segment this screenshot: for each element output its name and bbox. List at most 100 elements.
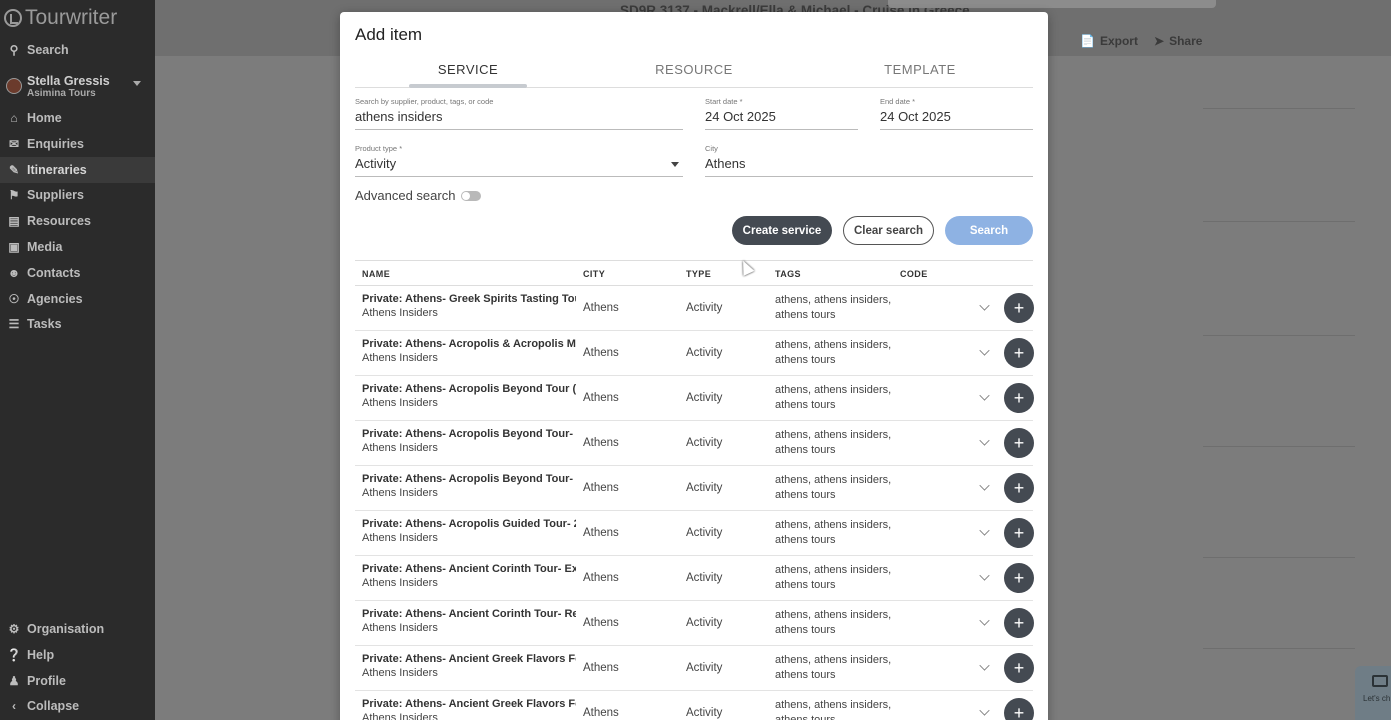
- clear-search-button[interactable]: Clear search: [843, 216, 934, 245]
- sidebar-item-tasks[interactable]: ☰ Tasks: [0, 311, 155, 337]
- add-service-button[interactable]: +: [1004, 428, 1034, 458]
- chevron-left-icon: ‹: [12, 699, 16, 714]
- city-field[interactable]: City Athens: [705, 144, 1033, 177]
- chevron-down-icon[interactable]: [979, 390, 990, 401]
- city-cell: Athens: [583, 302, 619, 314]
- add-service-button[interactable]: +: [1004, 563, 1034, 593]
- sidebar-item-itineraries[interactable]: ✎ Itineraries: [0, 156, 155, 183]
- add-service-button[interactable]: +: [1004, 608, 1034, 638]
- city-cell: Athens: [583, 482, 619, 494]
- service-name: Private: Athens- Acropolis Beyond Tour (…: [362, 383, 576, 395]
- column-code: CODE: [900, 269, 928, 279]
- table-row[interactable]: Private: Athens- Ancient Greek Flavors F…: [355, 646, 1034, 691]
- sidebar-item-label: Collapse: [27, 699, 80, 714]
- table-row[interactable]: Private: Athens- Acropolis Beyond Tour- …: [355, 466, 1034, 511]
- sidebar-item-organisation[interactable]: ⚙ Organisation: [0, 616, 155, 642]
- tags-cell: athens, athens insiders, athens tours: [775, 699, 892, 720]
- sidebar-item-home[interactable]: ⌂ Home: [0, 105, 155, 131]
- plus-icon: +: [1013, 388, 1025, 408]
- chevron-down-icon[interactable]: [979, 615, 990, 626]
- sidebar: Tourwriter ⚲ Search Stella Gressis Asimi…: [0, 0, 155, 720]
- dropdown-arrow-icon: [671, 162, 679, 167]
- help-icon: ❔: [6, 647, 22, 662]
- create-service-button[interactable]: Create service: [732, 216, 832, 245]
- tab-service[interactable]: SERVICE: [388, 62, 548, 77]
- sidebar-item-help[interactable]: ❔ Help: [0, 642, 155, 668]
- divider: [1203, 108, 1355, 109]
- user-menu[interactable]: Stella Gressis Asimina Tours: [6, 72, 151, 102]
- tags-cell: athens, athens insiders, athens tours: [775, 519, 892, 546]
- type-cell: Activity: [686, 617, 723, 629]
- tags-cell: athens, athens insiders, athens tours: [775, 654, 892, 681]
- add-service-button[interactable]: +: [1004, 383, 1034, 413]
- logo[interactable]: Tourwriter: [4, 6, 117, 30]
- share-button[interactable]: ➤ Share: [1154, 34, 1202, 48]
- chevron-down-icon[interactable]: [979, 480, 990, 491]
- table-header: NAME CITY TYPE TAGS CODE: [355, 260, 1033, 286]
- service-name: Private: Athens- Acropolis Beyond Tour- …: [362, 428, 576, 440]
- sidebar-item-contacts[interactable]: ☻ Contacts: [0, 260, 155, 286]
- service-name: Private: Athens- Ancient Greek Flavors F…: [362, 653, 576, 665]
- table-row[interactable]: Private: Athens- Greek Spirits Tasting T…: [355, 286, 1034, 331]
- sidebar-search[interactable]: ⚲ Search: [0, 37, 155, 63]
- city-cell: Athens: [583, 392, 619, 404]
- chevron-down-icon[interactable]: [979, 525, 990, 536]
- city-cell: Athens: [583, 527, 619, 539]
- divider: [1203, 335, 1355, 336]
- sidebar-item-media[interactable]: ▣ Media: [0, 234, 155, 260]
- tab-bar: SERVICE RESOURCE TEMPLATE: [355, 56, 1033, 88]
- chevron-down-icon[interactable]: [979, 345, 990, 356]
- type-cell: Activity: [686, 572, 723, 584]
- dialog-title: Add item: [355, 25, 423, 44]
- add-service-button[interactable]: +: [1004, 653, 1034, 683]
- sidebar-item-profile[interactable]: ♟ Profile: [0, 668, 155, 694]
- chevron-down-icon[interactable]: [979, 300, 990, 311]
- sidebar-item-enquiries[interactable]: ✉ Enquiries: [0, 131, 155, 157]
- divider: [1203, 221, 1355, 222]
- end-date-field[interactable]: End date * 24 Oct 2025: [880, 97, 1033, 130]
- add-item-dialog: Add item SERVICE RESOURCE TEMPLATE Searc…: [340, 12, 1048, 720]
- table-row[interactable]: Private: Athens- Ancient Corinth Tour- R…: [355, 601, 1034, 646]
- sidebar-item-agencies[interactable]: ☉ Agencies: [0, 286, 155, 312]
- city-cell: Athens: [583, 347, 619, 359]
- tags-cell: athens, athens insiders, athens tours: [775, 339, 892, 366]
- export-button[interactable]: 📄 Export: [1080, 34, 1138, 48]
- chevron-down-icon[interactable]: [979, 435, 990, 446]
- table-row[interactable]: Private: Athens- Ancient Greek Flavors F…: [355, 691, 1034, 720]
- table-row[interactable]: Private: Athens- Ancient Corinth Tour- E…: [355, 556, 1034, 601]
- add-service-button[interactable]: +: [1004, 518, 1034, 548]
- sidebar-item-suppliers[interactable]: ⚑ Suppliers: [0, 182, 155, 208]
- product-type-select[interactable]: Product type * Activity: [355, 144, 683, 177]
- sidebar-item-resources[interactable]: ▤ Resources: [0, 208, 155, 234]
- table-row[interactable]: Private: Athens- Acropolis Beyond Tour (…: [355, 376, 1034, 421]
- add-service-button[interactable]: +: [1004, 473, 1034, 503]
- add-service-button[interactable]: +: [1004, 698, 1034, 720]
- column-city: CITY: [583, 269, 606, 279]
- service-name-cell: Private: Athens- Ancient Greek Flavors F…: [362, 653, 576, 679]
- city-cell: Athens: [583, 707, 619, 719]
- type-cell: Activity: [686, 347, 723, 359]
- tab-resource[interactable]: RESOURCE: [614, 62, 774, 77]
- chat-widget[interactable]: Let's ch: [1355, 666, 1391, 720]
- start-date-field[interactable]: Start date * 24 Oct 2025: [705, 97, 858, 130]
- search-input[interactable]: Search by supplier, product, tags, or co…: [355, 97, 683, 130]
- table-row[interactable]: Private: Athens- Acropolis & Acropolis M…: [355, 331, 1034, 376]
- city-cell: Athens: [583, 572, 619, 584]
- advanced-search-toggle[interactable]: [461, 190, 482, 201]
- table-row[interactable]: Private: Athens- Acropolis Beyond Tour- …: [355, 421, 1034, 466]
- advanced-search: Advanced search: [355, 188, 482, 203]
- sidebar-item-collapse[interactable]: ‹ Collapse: [0, 693, 155, 719]
- chevron-down-icon[interactable]: [979, 570, 990, 581]
- add-service-button[interactable]: +: [1004, 338, 1034, 368]
- tags-cell: athens, athens insiders, athens tours: [775, 294, 892, 321]
- add-service-button[interactable]: +: [1004, 293, 1034, 323]
- chevron-down-icon[interactable]: [979, 660, 990, 671]
- sidebar-item-label: Suppliers: [27, 188, 84, 203]
- tags-cell: athens, athens insiders, athens tours: [775, 609, 892, 636]
- search-button[interactable]: Search: [945, 216, 1033, 245]
- caret-down-icon[interactable]: [133, 81, 141, 86]
- chevron-down-icon[interactable]: [979, 705, 990, 716]
- tag-icon: ⚑: [8, 188, 20, 203]
- tab-template[interactable]: TEMPLATE: [840, 62, 1000, 77]
- table-row[interactable]: Private: Athens- Acropolis Guided Tour- …: [355, 511, 1034, 556]
